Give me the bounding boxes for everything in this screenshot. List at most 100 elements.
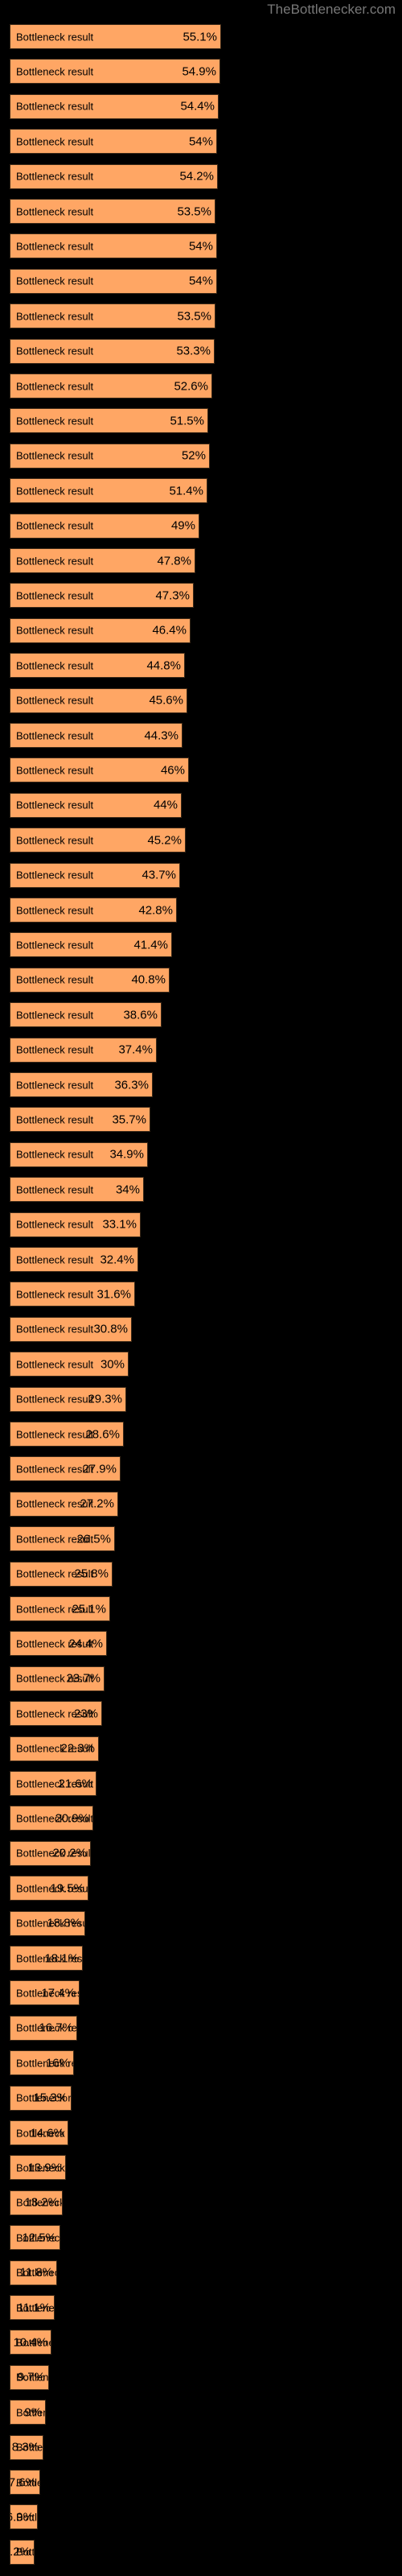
bar[interactable]: Bottleneck result 27.9% — [10, 1456, 121, 1482]
bar-value: 25.1% — [72, 1602, 106, 1616]
bar[interactable]: Bottleneck result 44.8% — [10, 653, 185, 679]
bar-value: 47.3% — [155, 588, 190, 603]
bar[interactable]: Bottleneck result 51.5% — [10, 408, 208, 434]
bar-label: Bottleneck result — [16, 624, 94, 637]
bar[interactable]: Bottleneck result11.8% — [10, 2260, 57, 2285]
bar[interactable]: Bottleneck result 47.3% — [10, 583, 194, 609]
chart-row: Bottleneck result8.3% — [0, 2434, 402, 2460]
bar[interactable]: Bottleneck result14.6% — [10, 2120, 68, 2145]
bar-value: 54.4% — [180, 99, 215, 114]
bar[interactable]: Bottleneck result 20.2% — [10, 1840, 91, 1866]
bar-label: Bottleneck result — [16, 729, 94, 741]
bar[interactable]: Bottleneck result 54% — [10, 268, 217, 294]
bar[interactable]: Bottleneck result12.5% — [10, 2225, 60, 2251]
bar-label: Bottleneck result — [16, 799, 94, 811]
bar[interactable]: Bottleneck result 43.7% — [10, 862, 180, 888]
chart-row: Bottleneck result 46.4% — [0, 617, 402, 643]
bar[interactable]: Bottleneck result 54% — [10, 129, 217, 155]
bar[interactable]: Bottleneck result 52.6% — [10, 374, 212, 398]
bar[interactable]: Bottleneck result 40.8% — [10, 967, 170, 993]
bar[interactable]: Bottleneck result 38.6% — [10, 1002, 162, 1028]
bar[interactable]: Bottleneck result16.7% — [10, 2015, 77, 2041]
bar[interactable]: Bottleneck result 31.6% — [10, 1282, 135, 1307]
bar-value: 14.6% — [30, 2126, 64, 2140]
bar[interactable]: Bottleneck result9.7% — [10, 2364, 49, 2390]
bar-label: Bottleneck result — [16, 904, 94, 916]
bar[interactable]: Bottleneck result 22.3% — [10, 1736, 99, 1761]
bar[interactable]: Bottleneck result13.2% — [10, 2190, 63, 2215]
bar[interactable]: Bottleneck result 20.9% — [10, 1806, 93, 1831]
bar[interactable]: Bottleneck result 19.5% — [10, 1876, 88, 1901]
bar[interactable]: Bottleneck result 33.1% — [10, 1212, 141, 1237]
bar[interactable]: Bottleneck result 47.8% — [10, 548, 195, 573]
chart-row: Bottleneck result 43.7% — [0, 862, 402, 888]
bar[interactable]: Bottleneck result 44.3% — [10, 723, 183, 748]
bar[interactable]: Bottleneck result 41.4% — [10, 932, 172, 958]
bar-value: 25.8% — [74, 1567, 109, 1581]
bar[interactable]: Bottleneck result 21.6% — [10, 1771, 96, 1796]
chart-row: Bottleneck result16.7% — [0, 2015, 402, 2041]
bar[interactable]: Bottleneck result 30% — [10, 1352, 129, 1377]
bar-value: 54% — [188, 274, 213, 288]
bar[interactable]: Bottleneck result 35.7% — [10, 1107, 150, 1133]
bar[interactable]: Bottleneck result 37.4% — [10, 1037, 157, 1063]
bar[interactable]: Bottleneck result 54% — [10, 233, 217, 259]
bar[interactable]: Bottleneck result6.2% — [10, 2539, 35, 2565]
bar[interactable]: Bottleneck result 55.1% — [10, 24, 221, 49]
bar[interactable]: Bottleneck result 45.2% — [10, 828, 186, 853]
bar[interactable]: Bottleneck result 44% — [10, 792, 182, 818]
bar[interactable]: Bottleneck result18.1% — [10, 1946, 83, 1971]
bar[interactable]: Bottleneck result11.1% — [10, 2295, 55, 2320]
bar[interactable]: Bottleneck result17.4% — [10, 1980, 80, 2006]
bar[interactable]: Bottleneck result 42.8% — [10, 898, 177, 923]
bar[interactable]: Bottleneck result 54.2% — [10, 163, 218, 189]
bar[interactable]: Bottleneck result 46% — [10, 758, 189, 783]
bar[interactable]: Bottleneck result8.3% — [10, 2434, 43, 2460]
bar[interactable]: Bottleneck result 30.8% — [10, 1316, 132, 1342]
bar[interactable]: Bottleneck result 45.6% — [10, 687, 187, 713]
bar[interactable]: Bottleneck result15.3% — [10, 2085, 72, 2111]
chart-row: Bottleneck result 51.5% — [0, 408, 402, 434]
bar[interactable]: Bottleneck result 24.4% — [10, 1631, 107, 1657]
bar-value: 46.4% — [152, 623, 187, 638]
bar[interactable]: Bottleneck result 34% — [10, 1177, 144, 1203]
bar-label: Bottleneck result — [16, 275, 94, 287]
bar[interactable]: Bottleneck result 28.6% — [10, 1422, 124, 1447]
bar[interactable]: Bottleneck result9% — [10, 2400, 46, 2425]
bar[interactable]: Bottleneck result13.9% — [10, 2155, 66, 2181]
bar-value: 11.1% — [17, 2301, 51, 2314]
bar-label: Bottleneck result — [16, 1393, 94, 1406]
bar[interactable]: Bottleneck result16% — [10, 2050, 74, 2076]
bar[interactable]: Bottleneck result 25.8% — [10, 1561, 113, 1587]
bar[interactable]: Bottleneck result 46.4% — [10, 617, 191, 643]
bar[interactable]: Bottleneck result 51.4% — [10, 478, 207, 504]
bar[interactable]: Bottleneck result 54.4% — [10, 93, 219, 119]
bar[interactable]: Bottleneck result 26.5% — [10, 1526, 115, 1552]
bar[interactable]: Bottleneck result 34.9% — [10, 1141, 148, 1167]
bar-label: Bottleneck result — [16, 31, 94, 43]
bar[interactable]: Bottleneck result 53.5% — [10, 303, 215, 329]
bar[interactable]: Bottleneck result 27.2% — [10, 1491, 118, 1517]
bar[interactable]: Bottleneck result 23% — [10, 1701, 102, 1727]
bar[interactable]: Bottleneck result10.4% — [10, 2330, 51, 2355]
bar[interactable]: Bottleneck result 54.9% — [10, 59, 220, 85]
bar[interactable]: Bottleneck result 23.7% — [10, 1666, 105, 1691]
bar[interactable]: Bottleneck result 49% — [10, 513, 199, 539]
bar-value: 52% — [181, 448, 206, 463]
bar-label: Bottleneck result — [16, 415, 94, 427]
bar[interactable]: Bottleneck result18.8% — [10, 1910, 85, 1936]
bar[interactable]: Bottleneck result 36.3% — [10, 1072, 153, 1097]
bar[interactable]: Bottleneck result 29.3% — [10, 1386, 126, 1412]
bar-value: 13.2% — [24, 2195, 59, 2210]
bar[interactable]: Bottleneck result6.9% — [10, 2504, 38, 2530]
bar-value: 28.6% — [85, 1427, 120, 1441]
bar[interactable]: Bottleneck result 53.5% — [10, 199, 215, 224]
bar[interactable]: Bottleneck result7.6% — [10, 2470, 40, 2495]
bar-label: Bottleneck result — [16, 973, 94, 986]
bar[interactable]: Bottleneck result 25.1% — [10, 1596, 110, 1621]
bar[interactable]: Bottleneck result 32.4% — [10, 1247, 138, 1272]
chart-row: Bottleneck result 54.2% — [0, 163, 402, 189]
bar[interactable]: Bottleneck result 52% — [10, 443, 210, 469]
bar[interactable]: Bottleneck result 53.3% — [10, 338, 215, 364]
bar-value: 17.4% — [41, 1986, 76, 2000]
